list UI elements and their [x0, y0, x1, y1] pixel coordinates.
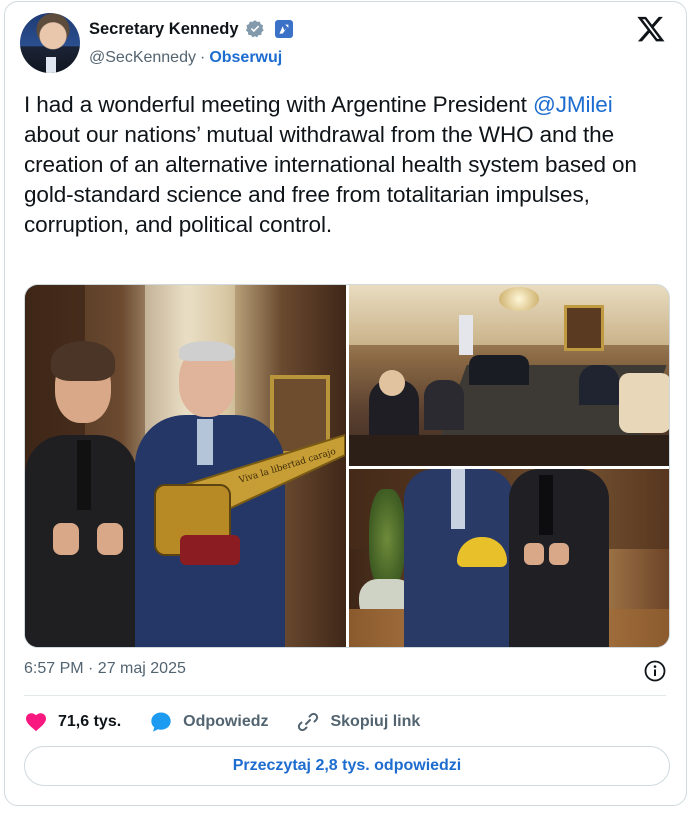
divider	[24, 695, 666, 696]
heart-icon	[26, 713, 46, 732]
follow-button[interactable]: Obserwuj	[209, 49, 282, 67]
tweet-text-part-2: about our nations’ mutual withdrawal fro…	[24, 122, 637, 237]
author-handle-row: @SecKennedy · Obserwuj	[89, 49, 282, 67]
reply-bubble-icon	[151, 712, 171, 732]
info-icon[interactable]	[643, 659, 667, 683]
photo-meeting-table[interactable]	[349, 285, 669, 466]
author-display-name[interactable]: Secretary Kennedy	[89, 20, 239, 39]
author-handle[interactable]: @SecKennedy	[89, 49, 196, 67]
handle-separator: ·	[199, 49, 206, 66]
copy-link-label: Skopiuj link	[330, 713, 421, 730]
reply-label: Odpowiedz	[183, 713, 269, 730]
tweet-text-part-1: I had a wonderful meeting with Argentine…	[24, 92, 533, 117]
like-button[interactable]: 71,6 tys.	[24, 710, 121, 734]
action-bar: 71,6 tys. Odpowiedz Skopiuj link	[24, 708, 448, 736]
media-grid: Viva la libertad carajo	[24, 284, 670, 648]
read-replies-button[interactable]: Przeczytaj 2,8 tys. odpowiedzi	[24, 746, 670, 786]
link-icon	[298, 712, 319, 732]
verified-badge-icon	[245, 20, 264, 38]
avatar[interactable]	[20, 13, 80, 73]
reply-button[interactable]: Odpowiedz	[149, 710, 268, 734]
mention-link[interactable]: @JMilei	[533, 92, 613, 117]
tweet-timestamp[interactable]: 6:57 PM · 27 maj 2025	[24, 660, 186, 678]
copy-link-button[interactable]: Skopiuj link	[296, 710, 420, 734]
x-logo-icon[interactable]	[636, 14, 666, 44]
like-count: 71,6 tys.	[58, 713, 122, 730]
tweet-text: I had a wonderful meeting with Argentine…	[24, 90, 664, 240]
photo-chainsaw[interactable]: Viva la libertad carajo	[25, 285, 346, 647]
author-name-row: Secretary Kennedy	[89, 19, 293, 39]
photo-cap[interactable]	[349, 469, 669, 647]
government-badge-icon	[274, 20, 293, 38]
